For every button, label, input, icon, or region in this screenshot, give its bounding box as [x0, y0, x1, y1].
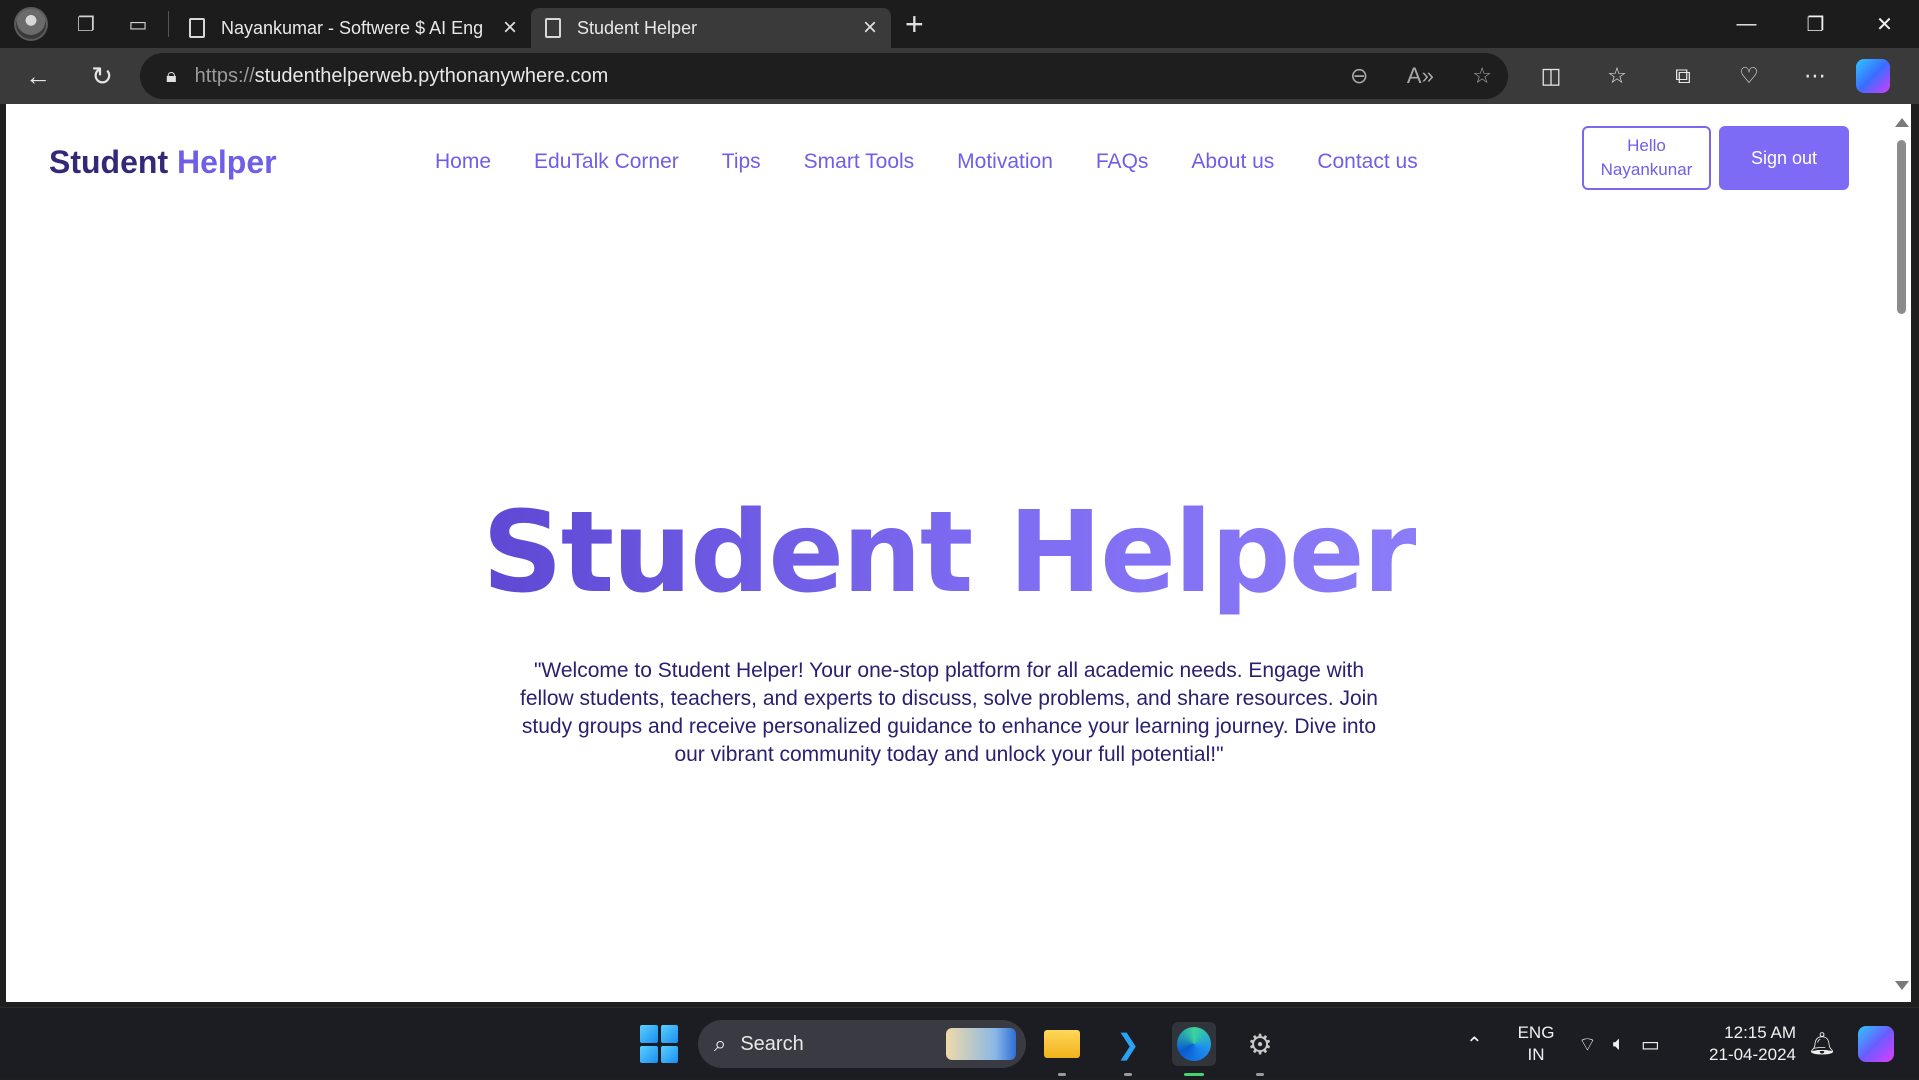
volume-icon: 🔈︎: [1612, 1032, 1625, 1055]
search-highlight-image: [946, 1028, 1016, 1060]
restore-icon[interactable]: ❐: [1781, 0, 1850, 48]
collections-icon[interactable]: ⧉: [1650, 63, 1716, 89]
tab-divider: [168, 11, 169, 37]
workspaces-icon[interactable]: ❐: [62, 0, 110, 48]
start-icon[interactable]: [640, 1025, 678, 1063]
url-text[interactable]: https://studenthelperweb.pythonanywhere.…: [195, 65, 1316, 88]
close-window-icon[interactable]: ✕: [1850, 0, 1919, 48]
edge-logo: [1177, 1027, 1211, 1061]
close-icon[interactable]: ×: [503, 16, 517, 40]
taskbar-clock[interactable]: 12:15 AM 21-04-2024: [1700, 1008, 1796, 1080]
sign-out-button[interactable]: Sign out: [1719, 126, 1849, 190]
search-icon: ⌕: [714, 1031, 727, 1056]
copilot-taskbar-icon[interactable]: [1858, 1026, 1894, 1062]
show-hidden-icons-chevron-icon[interactable]: ⌃: [1466, 1008, 1483, 1080]
toolbar-right-icons: ◫ ☆ ⧉ ♡ ⋯: [1518, 63, 1848, 89]
system-tray-icons[interactable]: ⌔ 🔈︎ ▭: [1578, 1008, 1660, 1080]
back-icon[interactable]: ←: [10, 52, 66, 100]
taskbar-search[interactable]: ⌕ Search: [698, 1020, 1026, 1068]
window-controls: — ❐ ✕: [1712, 0, 1919, 48]
lock-icon[interactable]: 🔒︎: [166, 65, 177, 88]
nav-contact-us[interactable]: Contact us: [1317, 150, 1417, 174]
app-indicator: [1124, 1073, 1132, 1076]
edge-browser-icon[interactable]: [1172, 1022, 1216, 1076]
windows-taskbar: ⌕ Search ❯ ⚙ ⌃ ENG IN ⌔ 🔈︎ ▭ 12:15 AM 21…: [0, 1007, 1919, 1079]
clock-date: 21-04-2024: [1709, 1045, 1796, 1064]
vscode-icon[interactable]: ❯: [1106, 1022, 1150, 1076]
settings-gear-icon[interactable]: ⚙: [1238, 1022, 1282, 1076]
page-scrollbar[interactable]: [1892, 104, 1911, 1002]
nav-motivation[interactable]: Motivation: [957, 150, 1053, 174]
scrollbar-thumb[interactable]: [1897, 140, 1906, 314]
notifications-icon[interactable]: 🔔︎: [1808, 1008, 1836, 1080]
app-indicator: [1256, 1073, 1264, 1076]
hero-description: "Welcome to Student Helper! Your one-sto…: [520, 659, 1378, 766]
greeting-line1: Hello: [1627, 136, 1666, 155]
browser-tab-strip: ❐ ▭ Nayankumar - Softwere $ AI Eng × Stu…: [0, 0, 1919, 48]
site-logo[interactable]: Student Helper: [49, 144, 277, 181]
copilot-icon[interactable]: [1856, 59, 1890, 93]
nav-about-us[interactable]: About us: [1191, 150, 1274, 174]
user-greeting-button[interactable]: Hello Nayankunar: [1582, 126, 1711, 190]
zoom-out-icon[interactable]: ⊖: [1350, 63, 1368, 88]
nav-faqs[interactable]: FAQs: [1096, 150, 1149, 174]
favorites-icon[interactable]: ☆: [1584, 63, 1650, 89]
refresh-icon[interactable]: ↻: [74, 52, 130, 100]
hero-title: Student Helper: [6, 486, 1892, 620]
url-protocol: https://: [194, 64, 255, 87]
scroll-down-icon[interactable]: [1895, 981, 1909, 990]
battery-icon: ▭: [1640, 1033, 1660, 1056]
tab-title: Student Helper: [577, 17, 698, 38]
nav-links: Home EduTalk Corner Tips Smart Tools Mot…: [435, 150, 1418, 174]
folder-icon: [1044, 1030, 1080, 1058]
url-host: studenthelperweb.pythonanywhere.com: [254, 64, 609, 87]
favorite-star-icon[interactable]: ☆: [1472, 63, 1492, 88]
lang-code: ENG: [1517, 1023, 1555, 1042]
new-tab-button[interactable]: +: [905, 8, 924, 40]
page-viewport: Student Helper Home EduTalk Corner Tips …: [6, 104, 1892, 1002]
page-icon: [545, 18, 561, 38]
tab-student-helper[interactable]: Student Helper ×: [531, 8, 891, 48]
tab-actions-icon[interactable]: ▭: [114, 0, 162, 48]
site-navbar: Student Helper Home EduTalk Corner Tips …: [6, 104, 1892, 214]
minimize-icon[interactable]: —: [1712, 0, 1781, 48]
profile-avatar[interactable]: [14, 7, 48, 41]
page-icon: [189, 18, 205, 38]
nav-tips[interactable]: Tips: [722, 150, 761, 174]
clock-time: 12:15 AM: [1724, 1023, 1796, 1042]
app-indicator-active: [1184, 1073, 1204, 1076]
brand-part2: Helper: [176, 144, 277, 180]
search-placeholder: Search: [740, 1032, 804, 1055]
close-icon[interactable]: ×: [863, 16, 877, 40]
greeting-username: Nayankunar: [1600, 160, 1693, 179]
more-icon[interactable]: ⋯: [1782, 63, 1848, 89]
lang-region: IN: [1527, 1045, 1545, 1064]
app-indicator: [1058, 1073, 1066, 1076]
nav-home[interactable]: Home: [435, 150, 491, 174]
tab-nayankumar[interactable]: Nayankumar - Softwere $ AI Eng ×: [175, 8, 531, 48]
language-indicator[interactable]: ENG IN: [1516, 1008, 1556, 1080]
hero-title-text: Student Helper: [482, 488, 1418, 618]
browser-toolbar: ← ↻ 🔒︎ https://studenthelperweb.pythonan…: [0, 48, 1919, 104]
scroll-up-icon[interactable]: [1895, 118, 1909, 127]
split-screen-icon[interactable]: ◫: [1518, 63, 1584, 89]
address-bar[interactable]: 🔒︎ https://studenthelperweb.pythonanywhe…: [140, 53, 1508, 99]
address-bar-icons: ⊖ A» ☆: [1316, 63, 1492, 89]
brand-part1: Student: [49, 144, 169, 180]
nav-edutalk-corner[interactable]: EduTalk Corner: [534, 150, 679, 174]
browser-essentials-icon[interactable]: ♡: [1716, 63, 1782, 89]
nav-smart-tools[interactable]: Smart Tools: [804, 150, 915, 174]
wifi-icon: ⌔: [1578, 1033, 1597, 1056]
file-explorer-icon[interactable]: [1040, 1022, 1084, 1076]
read-aloud-icon[interactable]: A»: [1407, 63, 1434, 88]
tab-title: Nayankumar - Softwere $ AI Eng: [221, 17, 484, 38]
